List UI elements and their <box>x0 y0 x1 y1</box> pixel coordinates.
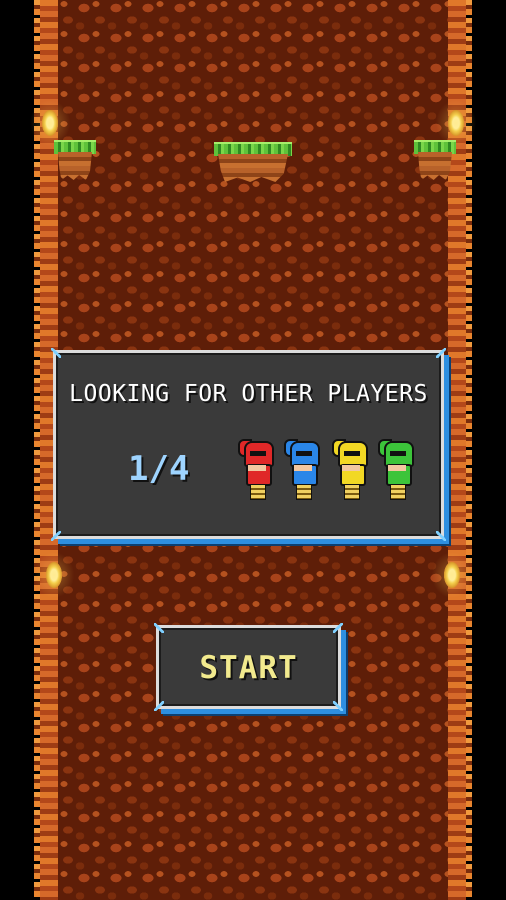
matchmaking-status-text: LOOKING FOR OTHER PLAYERS <box>69 381 428 407</box>
torch-icon <box>434 98 478 148</box>
game-screen: LOOKING FOR OTHER PLAYERS 1/4 START <box>0 0 506 900</box>
grass-ledge-center <box>214 142 292 186</box>
torch-icon <box>32 550 76 600</box>
player-avatar-red <box>238 439 276 501</box>
grass-ledge-right <box>414 140 456 184</box>
grass-ledge-left <box>54 140 96 184</box>
player-count: 1/4 <box>128 449 190 489</box>
torch-icon <box>28 98 72 148</box>
torch-icon <box>430 550 474 600</box>
start-button-label: START <box>199 650 298 686</box>
player-avatar-blue <box>284 439 322 501</box>
player-avatar-yellow <box>332 439 370 501</box>
player-avatar-green <box>378 439 416 501</box>
start-button[interactable]: START <box>154 623 343 711</box>
matchmaking-panel: LOOKING FOR OTHER PLAYERS 1/4 <box>51 348 446 541</box>
